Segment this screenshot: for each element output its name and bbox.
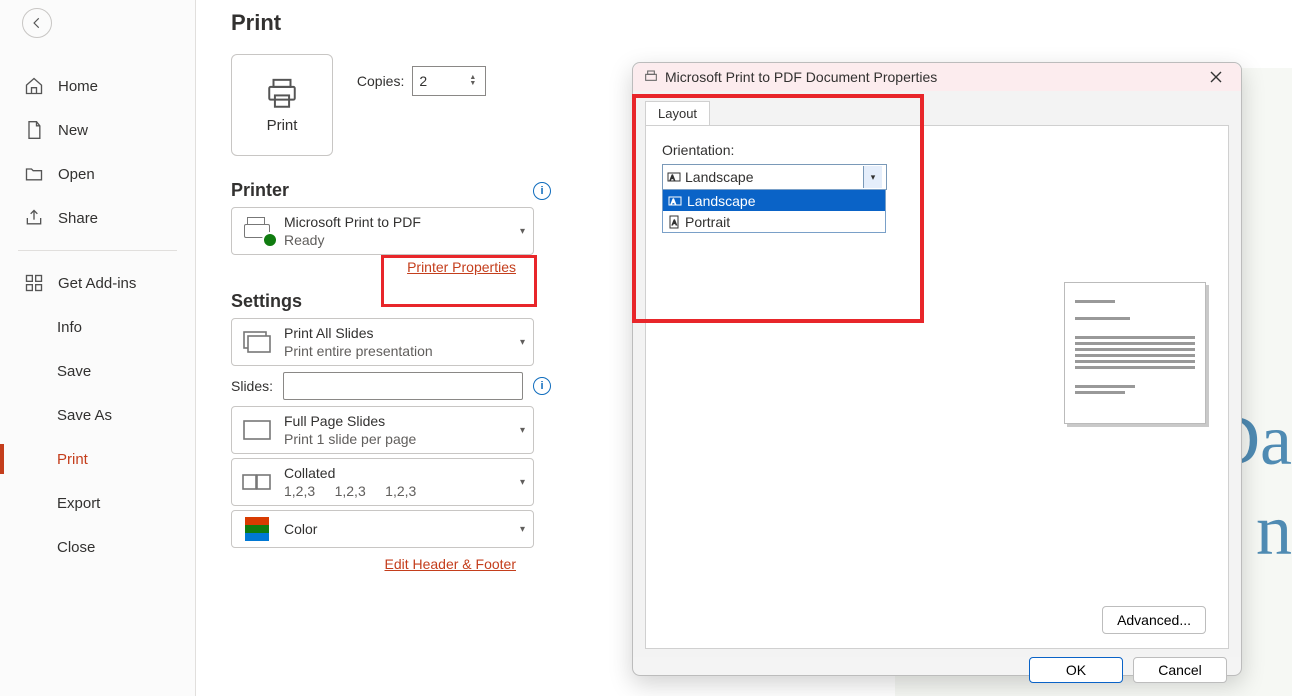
backstage-nav: Home New Open Share Get Add-ins Info Sav… bbox=[0, 0, 196, 696]
dialog-titlebar: Microsoft Print to PDF Document Properti… bbox=[633, 63, 1241, 91]
tab-layout[interactable]: Layout bbox=[645, 101, 710, 125]
layout-selector[interactable]: Full Page Slides Print 1 slide per page … bbox=[231, 406, 534, 454]
nav-print[interactable]: Print bbox=[0, 437, 195, 481]
print-button[interactable]: Print bbox=[231, 54, 333, 156]
printer-device-icon bbox=[240, 218, 274, 244]
color-selector[interactable]: Color ▾ bbox=[231, 510, 534, 548]
info-icon[interactable]: i bbox=[533, 182, 551, 200]
nav-saveas[interactable]: Save As bbox=[0, 393, 195, 437]
chevron-down-icon: ▾ bbox=[863, 166, 882, 188]
portrait-icon: A bbox=[668, 215, 680, 229]
chevron-down-icon: ▾ bbox=[520, 477, 525, 488]
nav-export[interactable]: Export bbox=[0, 481, 195, 525]
printer-properties-link[interactable]: Printer Properties bbox=[231, 259, 516, 275]
dialog-footer: OK Cancel bbox=[633, 657, 1241, 683]
orientation-options: A Landscape A Portrait bbox=[662, 189, 886, 233]
page-title: Print bbox=[231, 10, 551, 36]
nav-close[interactable]: Close bbox=[0, 525, 195, 569]
orientation-option-landscape[interactable]: A Landscape bbox=[663, 190, 885, 211]
orientation-label: Orientation: bbox=[662, 142, 1212, 158]
svg-text:A: A bbox=[670, 175, 675, 182]
printer-heading: Printer bbox=[231, 180, 289, 201]
copies-stepper[interactable]: 2 ▲▼ bbox=[412, 66, 486, 96]
cancel-button[interactable]: Cancel bbox=[1133, 657, 1227, 683]
file-icon bbox=[24, 120, 44, 140]
share-icon bbox=[24, 208, 44, 228]
ok-button[interactable]: OK bbox=[1029, 657, 1123, 683]
chevron-down-icon: ▾ bbox=[520, 524, 525, 535]
slides-input[interactable] bbox=[283, 372, 523, 400]
layout-tab-panel: Orientation: A Landscape ▾ A Landscape A… bbox=[645, 125, 1229, 649]
home-icon bbox=[24, 76, 44, 96]
info-icon[interactable]: i bbox=[533, 377, 551, 395]
chevron-down-icon: ▾ bbox=[520, 337, 525, 348]
advanced-button[interactable]: Advanced... bbox=[1102, 606, 1206, 634]
open-icon bbox=[24, 164, 44, 184]
orientation-select[interactable]: A Landscape ▾ bbox=[662, 164, 887, 190]
printer-icon bbox=[643, 69, 659, 85]
printer-selector[interactable]: Microsoft Print to PDF Ready ▾ bbox=[231, 207, 534, 255]
edit-header-footer-link[interactable]: Edit Header & Footer bbox=[231, 556, 516, 572]
print-what-selector[interactable]: Print All Slides Print entire presentati… bbox=[231, 318, 534, 366]
color-swatch-icon bbox=[240, 516, 274, 542]
document-properties-dialog: Microsoft Print to PDF Document Properti… bbox=[632, 62, 1242, 676]
slides-stack-icon bbox=[240, 329, 274, 355]
orientation-preview bbox=[1064, 282, 1206, 424]
landscape-icon: A bbox=[668, 195, 682, 207]
copies-label: Copies: bbox=[357, 73, 404, 89]
svg-text:A: A bbox=[672, 220, 677, 227]
chevron-down-icon: ▾ bbox=[520, 425, 525, 436]
nav-home[interactable]: Home bbox=[0, 64, 195, 108]
full-page-icon bbox=[240, 417, 274, 443]
nav-share[interactable]: Share bbox=[0, 196, 195, 240]
slides-label: Slides: bbox=[231, 378, 273, 394]
nav-addins[interactable]: Get Add-ins bbox=[0, 261, 195, 305]
nav-save[interactable]: Save bbox=[0, 349, 195, 393]
collate-selector[interactable]: Collated 1,2,3 1,2,3 1,2,3 ▾ bbox=[231, 458, 534, 506]
close-button[interactable] bbox=[1201, 65, 1231, 89]
nav-new[interactable]: New bbox=[0, 108, 195, 152]
orientation-option-portrait[interactable]: A Portrait bbox=[663, 211, 885, 232]
addins-icon bbox=[24, 273, 44, 293]
svg-text:A: A bbox=[671, 199, 676, 206]
chevron-down-icon: ▾ bbox=[520, 226, 525, 237]
settings-heading: Settings bbox=[231, 291, 302, 312]
back-button[interactable] bbox=[22, 8, 52, 38]
printer-icon bbox=[263, 77, 301, 111]
nav-info[interactable]: Info bbox=[0, 305, 195, 349]
nav-open[interactable]: Open bbox=[0, 152, 195, 196]
landscape-icon: A bbox=[667, 171, 681, 183]
collate-icon bbox=[240, 469, 274, 495]
close-icon bbox=[1210, 71, 1222, 83]
